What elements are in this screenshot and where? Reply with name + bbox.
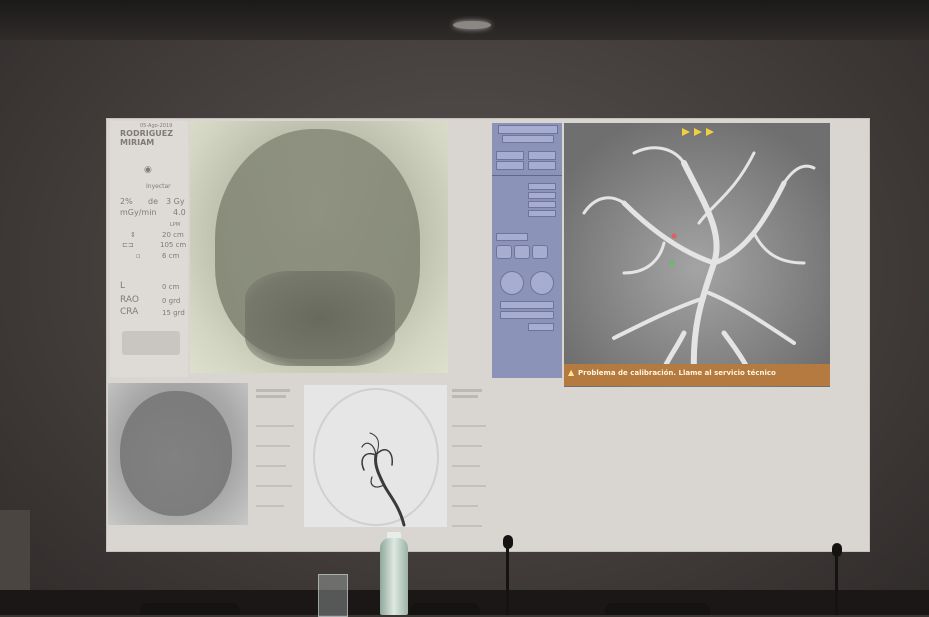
skull-shape — [120, 391, 232, 516]
panel-button[interactable] — [500, 301, 554, 309]
water-bottle — [380, 538, 408, 615]
panel-button[interactable] — [496, 161, 524, 170]
table-offset: 6 cm — [162, 252, 180, 260]
patient-info-panel: 05-Ago-2019 RODRIGUEZ MIRIAM ◉ Inyectar … — [110, 121, 188, 377]
control-panel — [492, 123, 562, 378]
rao-value: 0 grd — [162, 297, 181, 305]
panel-button[interactable] — [528, 323, 554, 331]
mode-label: Inyectar — [146, 183, 171, 190]
thumbnail-fluoroscopy[interactable] — [108, 383, 248, 525]
sid-value: 20 cm — [162, 231, 184, 239]
fluoroscopy-image — [190, 121, 448, 373]
slider[interactable] — [528, 192, 556, 199]
thumbnail-info-2 — [450, 385, 492, 535]
chair — [410, 603, 480, 615]
cra-label: CRA — [120, 307, 139, 317]
warning-triangle-icon: ▲ — [568, 368, 575, 377]
table-height: 105 cm — [160, 241, 187, 249]
panel-button[interactable] — [498, 125, 558, 134]
table-icon: ⊏⊐ — [122, 241, 134, 249]
patient-surname: RODRIGUEZ — [120, 129, 174, 138]
tool-icon[interactable] — [496, 245, 512, 259]
rotate-right-icon[interactable] — [530, 271, 554, 295]
panel-button[interactable] — [528, 161, 556, 170]
ceiling — [0, 0, 929, 40]
microphone — [503, 535, 513, 549]
cra-value: 15 grd — [162, 309, 185, 317]
panel-button[interactable] — [496, 233, 528, 241]
dose-rate-unit: mGy/min — [120, 208, 157, 217]
angiography-3d-view — [564, 123, 830, 387]
panel-button[interactable] — [502, 135, 554, 143]
microphone-stand — [835, 556, 838, 615]
sid-icon: ⇕ — [130, 231, 136, 239]
divider — [492, 175, 562, 176]
position-l-label: L — [120, 281, 126, 291]
frame-rate-unit: LPM — [170, 222, 181, 228]
dose-percent: 2% — [120, 197, 133, 206]
water-glass — [318, 574, 348, 617]
c-arm-pictogram — [122, 331, 180, 355]
slider[interactable] — [528, 210, 556, 217]
angiogram-vessels — [313, 388, 439, 527]
panel-button[interactable] — [500, 311, 554, 319]
patient-name: MIRIAM — [120, 138, 155, 147]
dose-total: 3 Gy — [166, 197, 185, 206]
offset-icon: ▫ — [136, 252, 141, 260]
tool-icon[interactable] — [514, 245, 530, 259]
position-l-value: 0 cm — [162, 283, 180, 291]
dose-rate: 4.0 — [173, 208, 186, 217]
microphone-stand — [506, 548, 509, 615]
dose-of: de — [148, 197, 158, 206]
chair — [140, 603, 240, 615]
rotate-left-icon[interactable] — [500, 271, 524, 295]
vessel-render — [564, 123, 830, 387]
thumbnail-angiogram[interactable] — [304, 385, 447, 527]
chair — [605, 603, 710, 615]
facial-bones — [245, 271, 395, 366]
slider[interactable] — [528, 183, 556, 190]
warning-message: Problema de calibración. Llame al servic… — [578, 369, 776, 377]
eye-icon: ◉ — [144, 165, 152, 175]
thumbnail-info-1 — [252, 385, 300, 525]
panel-button[interactable] — [496, 151, 524, 160]
microphone — [832, 543, 842, 557]
tool-icon[interactable] — [532, 245, 548, 259]
rao-label: RAO — [120, 295, 139, 305]
slider[interactable] — [528, 201, 556, 208]
ceiling-light — [453, 21, 491, 29]
panel-button[interactable] — [528, 151, 556, 160]
